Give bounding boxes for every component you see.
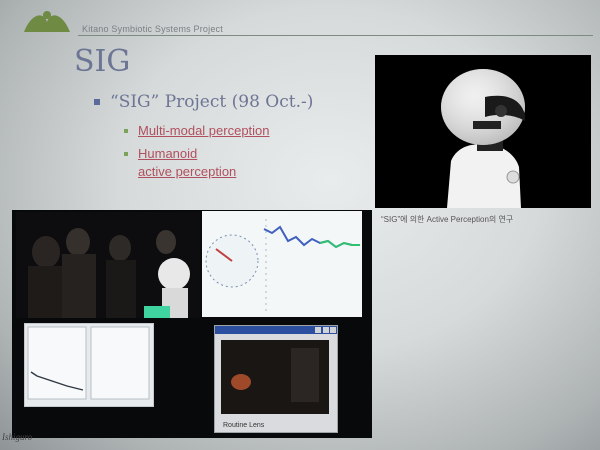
sub-bullet: Multi-modal perception <box>124 122 270 140</box>
people-photo-icon <box>16 212 200 318</box>
header-divider <box>78 35 593 36</box>
project-date: (98 Oct.-) <box>231 92 314 112</box>
maximize-icon[interactable] <box>323 327 329 333</box>
kitano-logo-icon <box>24 11 70 32</box>
slide-title: SIG <box>74 44 131 79</box>
camera-window-icon[interactable]: Routine Lens <box>214 325 338 433</box>
robot-head-icon <box>375 55 591 208</box>
sub-bullet-line: Humanoid <box>138 146 198 161</box>
square-bullet-icon <box>94 99 100 105</box>
camera-window-titlebar[interactable] <box>215 326 337 334</box>
sub-bullet-link[interactable]: Humanoid active perception <box>138 145 236 181</box>
close-icon[interactable] <box>330 327 336 333</box>
square-bullet-icon <box>124 152 128 156</box>
square-bullet-icon <box>124 129 128 133</box>
sub-bullet-link[interactable]: Multi-modal perception <box>138 122 270 140</box>
main-bullet: “SIG” Project (98 Oct.-) <box>94 92 313 112</box>
robot-photo <box>375 55 591 208</box>
camera-view <box>221 340 329 414</box>
sub-bullet: Humanoid active perception <box>124 145 236 181</box>
minimize-icon[interactable] <box>315 327 321 333</box>
robot-photo-caption: “SIG”에 의한 Active Perception의 연구 <box>381 215 514 224</box>
header-title: Kitano Symbiotic Systems Project <box>82 24 223 34</box>
main-bullet-text: “SIG” Project (98 Oct.-) <box>110 92 313 112</box>
sub-bullet-line: active perception <box>138 164 237 179</box>
graph-plot-icon <box>202 211 362 317</box>
camera-status: Routine Lens <box>223 422 265 429</box>
project-name: “SIG” Project <box>110 92 227 112</box>
plot-window <box>24 323 154 407</box>
footer-author: Ishiguro <box>2 432 33 442</box>
